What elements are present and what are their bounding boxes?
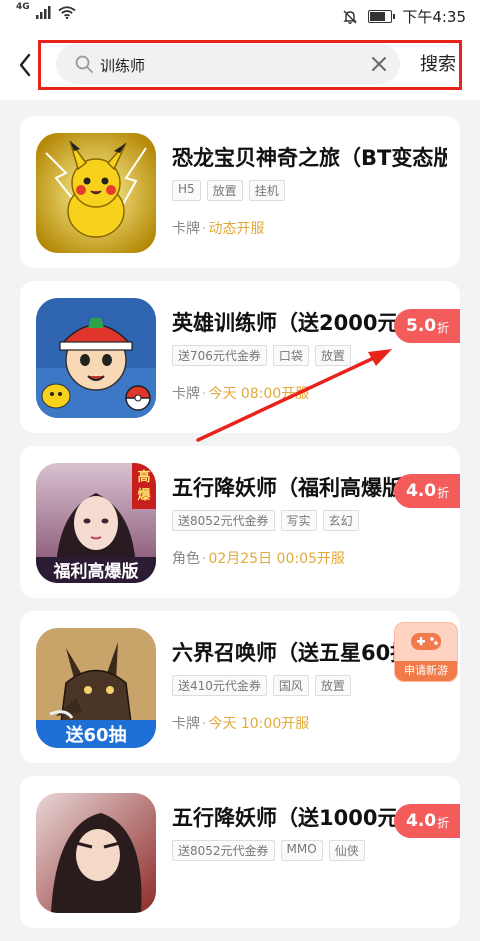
discount-badge: 4.0 折 xyxy=(394,474,460,508)
icon-banner-text: 福利高爆版 xyxy=(53,561,139,582)
game-list: 恐龙宝贝神奇之旅（BT变态版） H5 放置 挂机 卡牌 · 动态开服 英雄训练师… xyxy=(20,116,460,941)
discount-badge: 5.0 折 xyxy=(394,309,460,343)
game-icon[interactable]: 送60抽 xyxy=(36,628,156,748)
status-time: 下午4:35 xyxy=(402,8,466,26)
open-time: 今天 10:00开服 xyxy=(208,716,310,732)
heroine-portrait-icon: 高 爆 福利高爆版 xyxy=(36,463,156,583)
anubis-beast-icon: 送60抽 xyxy=(36,628,156,748)
game-tag: MMO xyxy=(280,840,323,861)
warrior-portrait-icon xyxy=(36,793,156,913)
discount-value: 4.0 xyxy=(406,811,437,831)
game-card[interactable]: 恐龙宝贝神奇之旅（BT变态版） H5 放置 挂机 卡牌 · 动态开服 xyxy=(20,116,460,268)
game-tag: 放置 xyxy=(314,675,351,696)
tag-list: H5 放置 挂机 xyxy=(172,180,285,201)
tag-list: 送706元代金券 口袋 放置 xyxy=(172,345,351,366)
search-icon xyxy=(75,55,93,73)
clear-icon[interactable] xyxy=(370,55,388,73)
meta-separator: · xyxy=(202,551,207,567)
wifi-icon xyxy=(58,6,76,19)
open-time: 今天 08:00开服 xyxy=(208,386,310,402)
open-time: 02月25日 00:05开服 xyxy=(208,551,345,567)
game-tag: 送410元代金券 xyxy=(172,675,267,696)
game-category: 角色 xyxy=(172,551,200,567)
game-meta: 卡牌 · 今天 10:00开服 xyxy=(172,713,309,733)
game-title[interactable]: 恐龙宝贝神奇之旅（BT变态版） xyxy=(172,142,447,172)
tag-list: 送410元代金券 国风 放置 xyxy=(172,675,351,696)
meta-separator: · xyxy=(202,716,207,732)
game-meta: 角色 · 02月25日 00:05开服 xyxy=(172,548,345,568)
battery-icon xyxy=(368,10,396,23)
game-card[interactable]: 高 爆 福利高爆版 五行降妖师（福利高爆版） 送8052元代金券 写实 玄幻 角… xyxy=(20,446,460,598)
game-category: 卡牌 xyxy=(172,386,200,402)
status-bar: 4G 下午4:35 xyxy=(0,0,480,34)
game-icon[interactable] xyxy=(36,793,156,913)
game-tag: 放置 xyxy=(206,180,243,201)
game-icon[interactable] xyxy=(36,133,156,253)
gamepad-icon xyxy=(411,633,441,650)
game-tag: 口袋 xyxy=(272,345,309,366)
game-tag: 写实 xyxy=(280,510,317,531)
network-type: 4G xyxy=(16,1,30,12)
game-tag: 送8052元代金券 xyxy=(172,840,275,861)
trainer-boy-icon xyxy=(36,298,156,418)
game-tag: H5 xyxy=(172,180,201,201)
game-tag: 国风 xyxy=(272,675,309,696)
game-meta: 卡牌 · 今天 08:00开服 xyxy=(172,383,309,403)
game-tag: 放置 xyxy=(314,345,351,366)
search-button[interactable]: 搜索 xyxy=(420,50,456,76)
discount-value: 4.0 xyxy=(406,481,437,501)
game-card[interactable]: 英雄训练师（送2000元代金券） 送706元代金券 口袋 放置 卡牌·今天 08… xyxy=(20,281,460,433)
signal-icon xyxy=(35,6,51,19)
search-input[interactable] xyxy=(98,44,362,86)
discount-unit: 折 xyxy=(437,816,450,830)
icon-badge-char: 爆 xyxy=(137,487,151,503)
mute-bell-icon xyxy=(343,10,358,24)
game-tag: 挂机 xyxy=(248,180,285,201)
back-arrow-icon[interactable] xyxy=(14,50,38,80)
game-icon[interactable] xyxy=(36,298,156,418)
meta-separator: · xyxy=(202,386,207,402)
game-tag: 送706元代金券 xyxy=(172,345,267,366)
discount-unit: 折 xyxy=(437,321,450,335)
game-tag: 送8052元代金券 xyxy=(172,510,275,531)
tag-list: 送8052元代金券 写实 玄幻 xyxy=(172,510,359,531)
icon-badge-char: 高 xyxy=(137,469,150,485)
pikachu-icon xyxy=(36,133,156,253)
discount-badge: 4.0 折 xyxy=(394,804,460,838)
game-category: 卡牌 xyxy=(172,716,200,732)
game-tag: 玄幻 xyxy=(322,510,359,531)
tag-list: 送8052元代金券 MMO 仙侠 xyxy=(172,840,365,861)
open-time: 动态开服 xyxy=(208,221,265,237)
game-category: 卡牌 xyxy=(172,221,200,237)
apply-new-game-label: 申请新游 xyxy=(395,661,457,681)
icon-banner-text: 送60抽 xyxy=(64,724,126,746)
game-icon[interactable]: 高 爆 福利高爆版 xyxy=(36,463,156,583)
game-card[interactable]: 五行降妖师（送1000元代金券） 送8052元代金券 MMO 仙侠 4.0折 xyxy=(20,776,460,928)
apply-new-game-button[interactable]: 申请新游 xyxy=(394,622,458,682)
discount-unit: 折 xyxy=(437,486,450,500)
search-box[interactable] xyxy=(56,44,400,86)
discount-value: 5.0 xyxy=(406,316,437,336)
meta-separator: · xyxy=(202,221,207,237)
search-header: 搜索 xyxy=(0,34,480,100)
game-tag: 仙侠 xyxy=(328,840,365,861)
game-meta: 卡牌 · 动态开服 xyxy=(172,218,264,238)
